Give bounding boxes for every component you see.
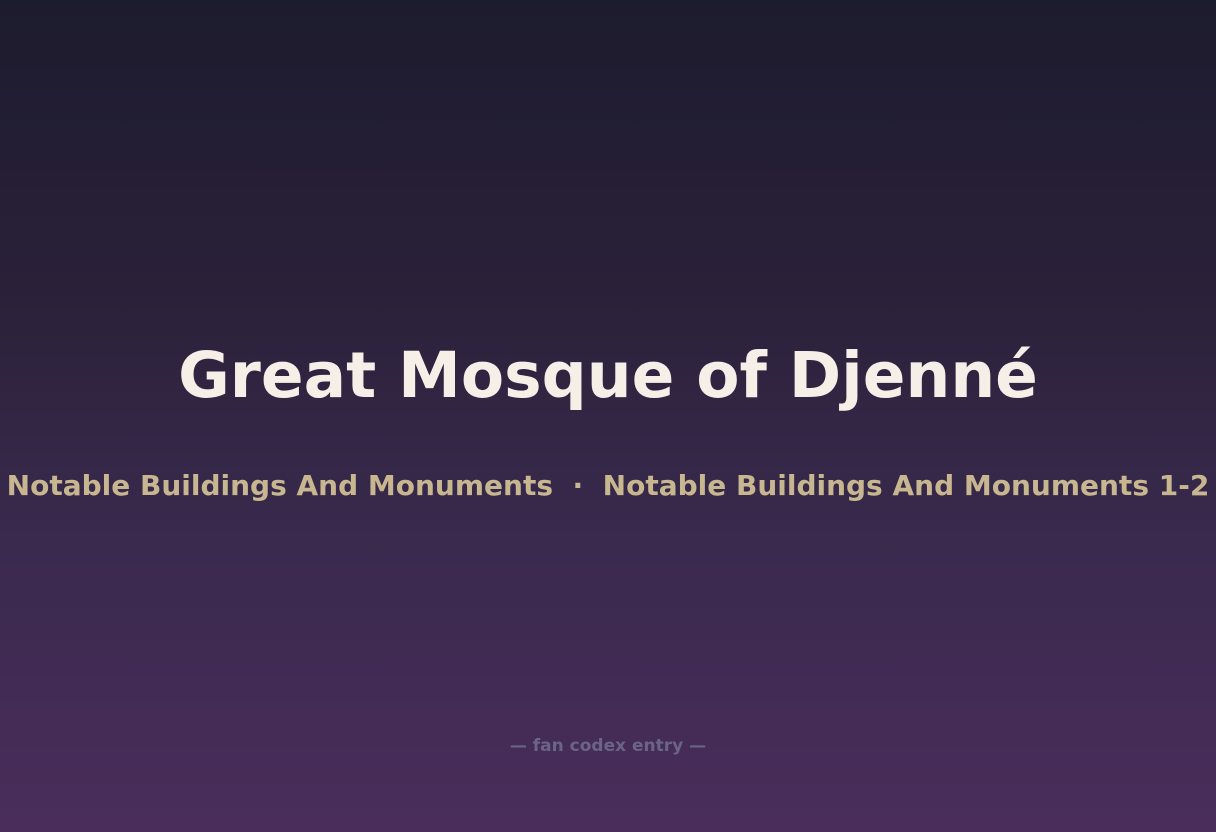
category-subtitle: Notable Buildings And Monuments · Notabl…	[6, 469, 1210, 502]
footer-caption: — fan codex entry —	[509, 736, 707, 756]
page-title: Great Mosque of Djenné	[178, 339, 1038, 412]
subtitle-container: Notable Buildings And Monuments · Notabl…	[0, 466, 1216, 506]
